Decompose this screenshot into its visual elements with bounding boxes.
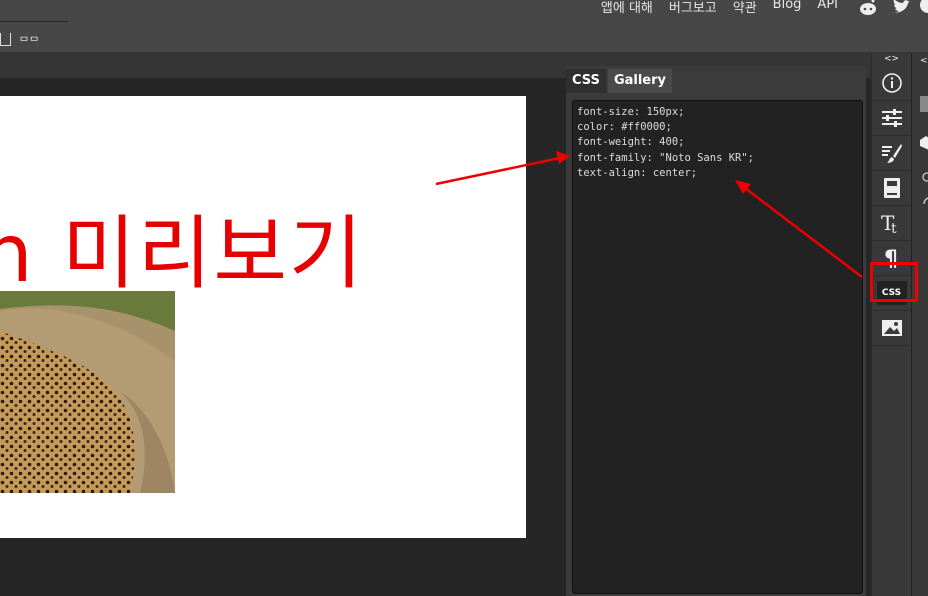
canvas[interactable]: h 미리보기 bbox=[0, 96, 526, 538]
top-nav: 앱에 대해 버그보고 약관 Blog API bbox=[601, 0, 838, 16]
nav-api[interactable]: API bbox=[817, 0, 838, 16]
more-icon[interactable]: ᄆᄆ bbox=[19, 33, 39, 49]
info-button[interactable] bbox=[872, 66, 911, 101]
css-panel: CSS Gallery font-size: 150px; color: #ff0… bbox=[566, 66, 866, 596]
preview-text[interactable]: h 미리보기 bbox=[0, 214, 365, 294]
book-button[interactable] bbox=[872, 171, 911, 206]
nav-about[interactable]: 앱에 대해 bbox=[601, 0, 653, 16]
panel-tabs: CSS Gallery bbox=[566, 69, 674, 95]
collapse-toggle[interactable]: <> bbox=[872, 54, 911, 66]
twitter-icon[interactable] bbox=[891, 0, 913, 18]
right-toolbar: <> Tt ¶ CSS bbox=[871, 54, 911, 596]
brush-icon bbox=[881, 144, 902, 163]
css-line: font-weight: 400; bbox=[577, 136, 685, 149]
leopard-image[interactable] bbox=[0, 291, 175, 493]
image-icon bbox=[881, 320, 902, 336]
text-tt-icon: Tt bbox=[881, 211, 897, 235]
book-icon bbox=[883, 178, 900, 198]
nav-bug-report[interactable]: 버그보고 bbox=[669, 0, 717, 16]
share-icon[interactable] bbox=[918, 0, 928, 18]
info-icon bbox=[881, 73, 902, 93]
css-line: text-align: center; bbox=[577, 166, 698, 179]
svg-text:t: t bbox=[891, 221, 897, 235]
sliders-icon bbox=[881, 109, 902, 127]
nav-blog[interactable]: Blog bbox=[773, 0, 802, 16]
adjust-button[interactable] bbox=[872, 101, 911, 136]
svg-text:<: < bbox=[920, 56, 928, 66]
tab-css[interactable]: CSS bbox=[566, 69, 606, 93]
text-button[interactable]: Tt bbox=[872, 206, 911, 241]
divider bbox=[0, 21, 68, 22]
reddit-icon[interactable] bbox=[858, 0, 878, 18]
image-button[interactable] bbox=[872, 311, 911, 346]
css-line: font-size: 150px; bbox=[577, 106, 685, 118]
css-button-highlight bbox=[870, 262, 918, 302]
nav-terms[interactable]: 약관 bbox=[733, 0, 757, 16]
layers-panel: < bbox=[911, 54, 928, 596]
brush-button[interactable] bbox=[872, 136, 911, 171]
css-editor[interactable]: font-size: 150px; color: #ff0000; font-wei… bbox=[572, 100, 863, 594]
top-bar: 앱에 대해 버그보고 약관 Blog API ᄆᄆ bbox=[0, 0, 928, 52]
tab-gallery[interactable]: Gallery bbox=[607, 69, 672, 93]
square-icon[interactable] bbox=[0, 33, 11, 46]
layers-icon: < bbox=[920, 56, 928, 205]
css-line: font-family: "Noto Sans KR"; bbox=[577, 151, 755, 164]
tool-options: ᄆᄆ bbox=[0, 33, 39, 49]
css-line: color: #ff0000; bbox=[577, 121, 672, 134]
